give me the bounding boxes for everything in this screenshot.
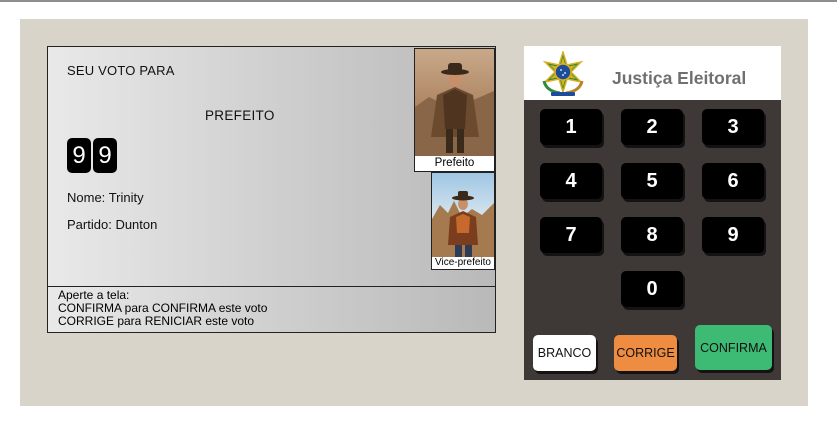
key-2[interactable]: 2 [621, 109, 683, 145]
keypad-panel: Justiça Eleitoral 1 2 3 4 5 6 7 8 9 0 BR… [524, 46, 781, 380]
candidate-portrait-image [415, 49, 494, 156]
key-5[interactable]: 5 [621, 163, 683, 199]
office-title: PREFEITO [205, 108, 275, 123]
branco-button[interactable]: BRANCO [533, 335, 596, 371]
party-label: Partido: [67, 217, 112, 232]
number-digit-1: 9 [67, 138, 91, 173]
key-4[interactable]: 4 [540, 163, 602, 199]
party-value: Dunton [115, 217, 158, 232]
brazil-coat-of-arms-icon [542, 51, 584, 96]
instructions-panel: Aperte a tela: CONFIRMA para CONFIRMA es… [48, 286, 495, 332]
key-6[interactable]: 6 [702, 163, 764, 199]
vice-portrait-image [432, 173, 494, 257]
keypad-title: Justiça Eleitoral [612, 68, 747, 88]
candidate-party: Partido: Dunton [67, 217, 157, 232]
key-8[interactable]: 8 [621, 217, 683, 253]
confirma-button[interactable]: CONFIRMA [695, 325, 772, 370]
name-value: Trinity [108, 190, 144, 205]
keypad-header: Justiça Eleitoral [524, 46, 781, 100]
candidate-number: 9 9 [67, 138, 117, 173]
top-divider [0, 0, 837, 2]
key-9[interactable]: 9 [702, 217, 764, 253]
corrige-button[interactable]: CORRIGE [614, 335, 677, 371]
voting-machine: SEU VOTO PARA PREFEITO 9 9 Nome: Trinity … [20, 19, 808, 406]
main-photo-caption: Prefeito [434, 157, 475, 169]
candidate-photo: Prefeito [414, 48, 495, 172]
vice-photo-caption: Vice-prefeito [435, 257, 491, 268]
key-7[interactable]: 7 [540, 217, 602, 253]
instructions-line-3: CORRIGE para RENICIAR este voto [58, 314, 255, 328]
candidate-name: Nome: Trinity [67, 190, 144, 205]
key-1[interactable]: 1 [540, 109, 602, 145]
number-digit-2: 9 [93, 138, 117, 173]
key-3[interactable]: 3 [702, 109, 764, 145]
name-label: Nome: [67, 190, 106, 205]
vote-heading: SEU VOTO PARA [67, 63, 175, 78]
vice-candidate-photo: Vice-prefeito [431, 172, 495, 270]
vote-screen: SEU VOTO PARA PREFEITO 9 9 Nome: Trinity … [47, 46, 496, 333]
key-0[interactable]: 0 [621, 271, 683, 307]
